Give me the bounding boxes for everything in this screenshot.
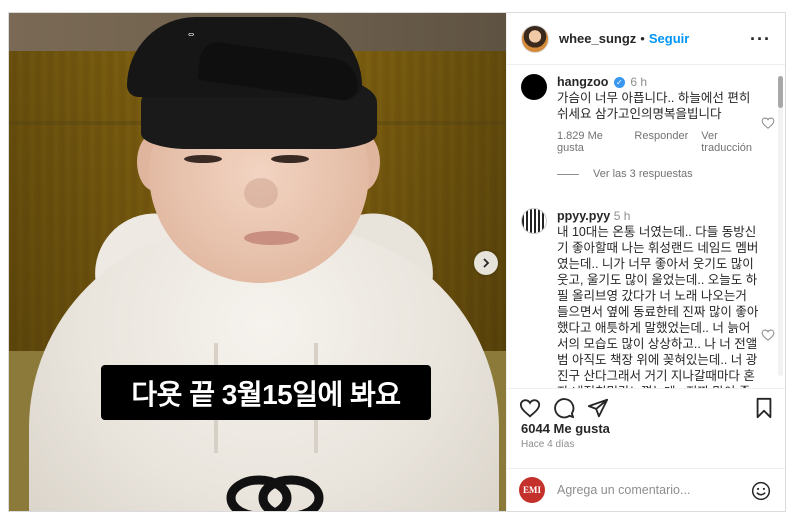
paper-plane-icon[interactable] <box>587 397 609 419</box>
author-avatar[interactable] <box>521 24 549 53</box>
more-options-icon[interactable]: ··· <box>750 29 771 50</box>
next-slide-button[interactable] <box>474 251 498 275</box>
comments-scrollbar-thumb[interactable] <box>778 76 783 108</box>
post-timestamp[interactable]: Hace 4 días <box>521 439 574 450</box>
heart-icon[interactable] <box>519 397 541 419</box>
comment-text: 내 10대는 온통 너였는데.. 다들 동방신기 좋아할때 나는 휘성랜드 네임… <box>557 225 759 388</box>
commenter-avatar[interactable] <box>521 74 547 100</box>
commenter-avatar[interactable] <box>521 208 547 234</box>
nose <box>244 178 278 208</box>
cap-logo: ᆼ <box>187 27 196 37</box>
chevron-right-icon <box>483 258 490 268</box>
hoodie-logo-print <box>226 475 324 511</box>
comment-heart-icon[interactable] <box>761 328 775 342</box>
eye-right <box>271 155 309 163</box>
post-photo: ᆼ 다욧 끝 3월15일에 봐요 <box>9 13 506 511</box>
comment-body: ppyy.pyy 5 h 내 10대는 온통 너였는데.. 다들 동방신기 좋아… <box>557 208 761 388</box>
view-replies-label: Ver las 3 respuestas <box>593 168 693 180</box>
smiley-icon[interactable] <box>751 481 771 501</box>
verified-badge-icon: ✓ <box>613 77 625 89</box>
header-separator: • <box>640 31 645 46</box>
post-side-panel: whee_sungz • Seguir ··· hangzoo ✓ 6 h 가슴… <box>506 13 785 511</box>
comment-body: hangzoo ✓ 6 h 가슴이 너무 아픕니다.. 하늘에선 편히 쉬세요 … <box>557 74 761 122</box>
author-username[interactable]: whee_sungz <box>559 31 636 46</box>
commenter-username[interactable]: ppyy.pyy <box>557 209 610 223</box>
comment-heart-icon[interactable] <box>761 116 775 130</box>
post-modal: ᆼ 다욧 끝 3월15일에 봐요 whee_sungz • Seguir ··· <box>8 12 786 512</box>
comments-scrollbar-track[interactable] <box>778 76 783 376</box>
viewer-avatar: EMI <box>519 477 545 503</box>
comment-item: ppyy.pyy 5 h 내 10대는 온통 너였는데.. 다들 동방신기 좋아… <box>521 208 775 388</box>
post-actions-bar <box>507 388 785 424</box>
follow-button[interactable]: Seguir <box>649 31 689 46</box>
post-header: whee_sungz • Seguir ··· <box>507 13 785 65</box>
caption-overlay: 다욧 끝 3월15일에 봐요 <box>101 365 431 420</box>
reply-button[interactable]: Responder <box>634 130 688 154</box>
eye-left <box>184 155 222 163</box>
comments-list[interactable]: hangzoo ✓ 6 h 가슴이 너무 아픕니다.. 하늘에선 편히 쉬세요 … <box>507 66 785 388</box>
comment-meta: 1.829 Me gusta Responder Ver traducción <box>557 130 761 154</box>
comment-text: 가슴이 너무 아픕니다.. 하늘에선 편히 쉬세요 삼가고인의명복을빕니다 <box>557 91 751 121</box>
mouth <box>244 231 299 245</box>
comment-icon[interactable] <box>553 397 575 419</box>
add-comment-bar: EMI <box>507 468 785 511</box>
commenter-username[interactable]: hangzoo <box>557 75 608 89</box>
view-replies-button[interactable]: Ver las 3 respuestas <box>557 168 761 180</box>
bookmark-icon[interactable] <box>753 397 775 419</box>
translate-button[interactable]: Ver traducción <box>701 130 761 154</box>
comment-input[interactable] <box>557 483 727 497</box>
comment-likes[interactable]: 1.829 Me gusta <box>557 130 621 154</box>
replies-divider <box>557 173 579 175</box>
comment-time[interactable]: 5 h <box>614 209 631 223</box>
post-likes-count[interactable]: 6044 Me gusta <box>521 421 610 436</box>
comment-item: hangzoo ✓ 6 h 가슴이 너무 아픕니다.. 하늘에선 편히 쉬세요 … <box>521 74 775 180</box>
comment-time[interactable]: 6 h <box>630 75 647 89</box>
